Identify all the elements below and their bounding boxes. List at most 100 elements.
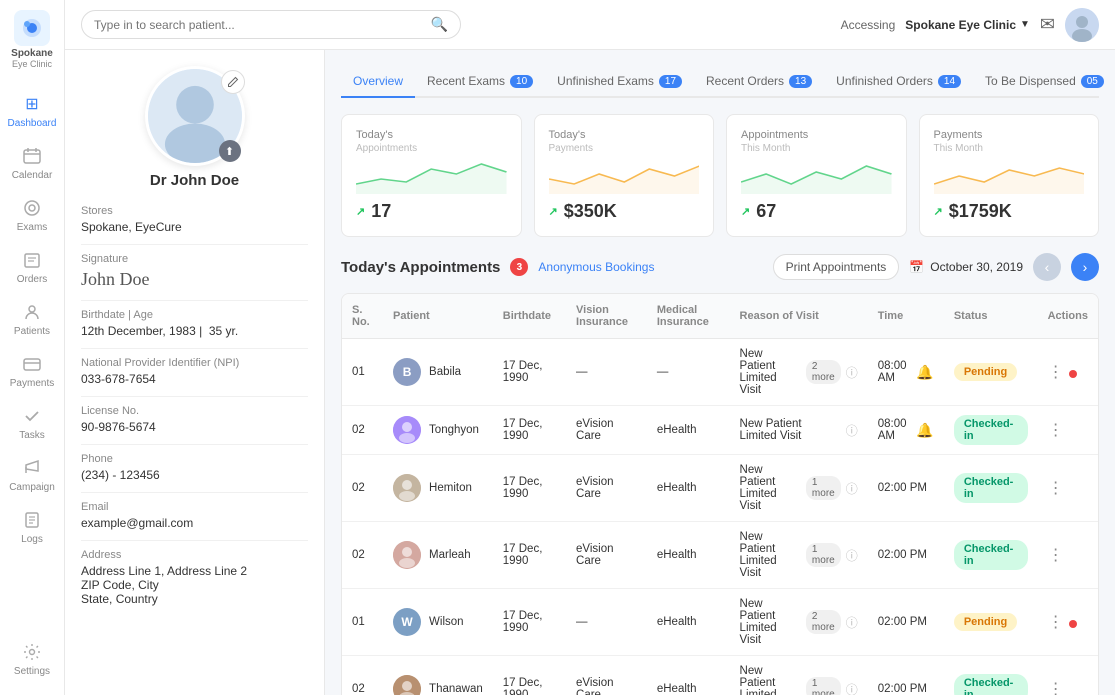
sidebar-item-tasks[interactable]: Tasks: [0, 397, 64, 449]
row-action-button[interactable]: ⋮: [1048, 545, 1064, 565]
cell-reason: New Patient Limited Visit 1 more ⓘ: [730, 656, 868, 695]
sidebar-item-exams[interactable]: Exams: [0, 189, 64, 241]
app-logo: Spokane Eye Clinic: [11, 10, 53, 69]
cell-actions: ⋮: [1038, 406, 1098, 455]
info-icon[interactable]: ⓘ: [846, 681, 858, 695]
tab-overview[interactable]: Overview: [341, 66, 415, 98]
tab-unfinished-exams[interactable]: Unfinished Exams 17: [545, 66, 694, 96]
license-label: License No.: [81, 405, 308, 417]
stat-card-month-payments: Payments This Month ↗ $1759K: [919, 114, 1100, 237]
email-label: Email: [81, 501, 308, 513]
profile-name: Dr John Doe: [150, 172, 239, 189]
info-icon[interactable]: ⓘ: [846, 422, 858, 439]
address-label: Address: [81, 549, 308, 561]
row-action-button[interactable]: ⋮: [1048, 612, 1064, 632]
tab-recent-orders[interactable]: Recent Orders 13: [694, 66, 824, 96]
sidebar-item-orders[interactable]: Orders: [0, 241, 64, 293]
cell-reason: New Patient Limited Visit 2 more ⓘ: [730, 339, 868, 406]
unfinished-exams-badge: 17: [659, 75, 682, 88]
sidebar-item-settings[interactable]: Settings: [0, 633, 64, 685]
cell-actions: ⋮: [1038, 522, 1098, 589]
cell-sno: 02: [342, 455, 383, 522]
info-icon[interactable]: ⓘ: [846, 480, 858, 497]
age-value: 35 yr.: [209, 324, 238, 338]
prev-date-button[interactable]: ‹: [1033, 253, 1061, 281]
to-be-dispensed-badge: 05: [1081, 75, 1104, 88]
cell-patient: Hemiton: [383, 455, 493, 522]
tab-recent-exams[interactable]: Recent Exams 10: [415, 66, 545, 96]
tab-unfinished-orders[interactable]: Unfinished Orders 14: [824, 66, 973, 96]
cell-patient: BBabila: [383, 339, 493, 406]
search-bar[interactable]: 🔍: [81, 10, 461, 39]
next-date-button[interactable]: ›: [1071, 253, 1099, 281]
cell-birthdate: 17 Dec, 1990: [493, 339, 566, 406]
cell-sno: 01: [342, 339, 383, 406]
search-input[interactable]: [94, 18, 427, 32]
patient-name-text: Hemiton: [429, 482, 472, 494]
table-row: 02 Hemiton 17 Dec, 1990 eVision Care eHe…: [342, 455, 1098, 522]
chevron-down-icon: ▼: [1020, 19, 1030, 30]
anonymous-bookings-link[interactable]: Anonymous Bookings: [538, 260, 654, 274]
email-section: Email example@gmail.com: [81, 501, 308, 530]
col-status: Status: [944, 294, 1038, 339]
cell-reason: New Patient Limited Visit 1 more ⓘ: [730, 522, 868, 589]
email-value: example@gmail.com: [81, 516, 308, 530]
stores-section: Stores Spokane, EyeCure: [81, 205, 308, 234]
phone-value: (234) - 123456: [81, 468, 308, 482]
cell-status: Checked-in: [944, 522, 1038, 589]
cell-reason: New Patient Limited Visit 2 more ⓘ: [730, 589, 868, 656]
stats-row: Today's Appointments ↗ 17 Today's: [341, 114, 1099, 237]
cell-medical-ins: eHealth: [647, 522, 730, 589]
row-action-button[interactable]: ⋮: [1048, 478, 1064, 498]
tab-to-be-dispensed[interactable]: To Be Dispensed 05: [973, 66, 1115, 96]
cell-patient: Tonghyon: [383, 406, 493, 455]
edit-profile-icon[interactable]: [221, 70, 245, 94]
trend-icon-0: ↗: [356, 205, 365, 218]
info-icon[interactable]: ⓘ: [846, 547, 858, 564]
cell-birthdate: 17 Dec, 1990: [493, 522, 566, 589]
stat-value-0: 17: [371, 201, 391, 222]
upload-icon[interactable]: ⬆: [219, 140, 241, 162]
stat-value-1: $350K: [564, 201, 617, 222]
col-medical-ins: Medical Insurance: [647, 294, 730, 339]
birthdate-section: Birthdate | Age 12th December, 1983 | 35…: [81, 309, 308, 338]
exams-icon: [21, 197, 43, 219]
row-action-button[interactable]: ⋮: [1048, 362, 1064, 382]
sidebar-item-patients[interactable]: Patients: [0, 293, 64, 345]
cell-vision-ins: eVision Care: [566, 656, 647, 695]
col-reason: Reason of Visit: [730, 294, 868, 339]
table-row: 01 WWilson 17 Dec, 1990 — eHealth New Pa…: [342, 589, 1098, 656]
phone-label: Phone: [81, 453, 308, 465]
table-row: 02 Marleah 17 Dec, 1990 eVision Care eHe…: [342, 522, 1098, 589]
row-action-button[interactable]: ⋮: [1048, 679, 1064, 695]
sidebar-item-dashboard[interactable]: ⊞ Dashboard: [0, 85, 64, 137]
npi-section: National Provider Identifier (NPI) 033-6…: [81, 357, 308, 386]
clinic-name: Spokane Eye Clinic ▼: [905, 18, 1030, 32]
npi-value: 033-678-7654: [81, 372, 308, 386]
stat-card-today-appts: Today's Appointments ↗ 17: [341, 114, 522, 237]
appointments-header: Today's Appointments 3 Anonymous Booking…: [341, 253, 1099, 281]
stat-value-3: $1759K: [949, 201, 1012, 222]
cell-actions: ⋮: [1038, 455, 1098, 522]
cell-actions: ⋮: [1038, 656, 1098, 695]
col-time: Time: [868, 294, 944, 339]
table-row: 02 Tonghyon 17 Dec, 1990 eVision Care eH…: [342, 406, 1098, 455]
cell-vision-ins: eVision Care: [566, 522, 647, 589]
info-icon[interactable]: ⓘ: [846, 614, 858, 631]
address-value: Address Line 1, Address Line 2: [81, 564, 308, 578]
cell-medical-ins: eHealth: [647, 589, 730, 656]
info-icon[interactable]: ⓘ: [846, 364, 858, 381]
cell-status: Pending: [944, 339, 1038, 406]
unfinished-orders-badge: 14: [938, 75, 961, 88]
table-row: 01 BBabila 17 Dec, 1990 — — New Patient …: [342, 339, 1098, 406]
mail-icon[interactable]: ✉: [1040, 14, 1055, 35]
sidebar-item-calendar[interactable]: Calendar: [0, 137, 64, 189]
row-action-button[interactable]: ⋮: [1048, 420, 1064, 440]
cell-reason: New Patient Limited Visit ⓘ: [730, 406, 868, 455]
print-appointments-button[interactable]: Print Appointments: [773, 254, 900, 280]
sidebar-item-payments[interactable]: Payments: [0, 345, 64, 397]
sidebar-item-logs[interactable]: Logs: [0, 501, 64, 553]
sidebar-item-campaign[interactable]: Campaign: [0, 449, 64, 501]
cell-vision-ins: —: [566, 589, 647, 656]
phone-section: Phone (234) - 123456: [81, 453, 308, 482]
